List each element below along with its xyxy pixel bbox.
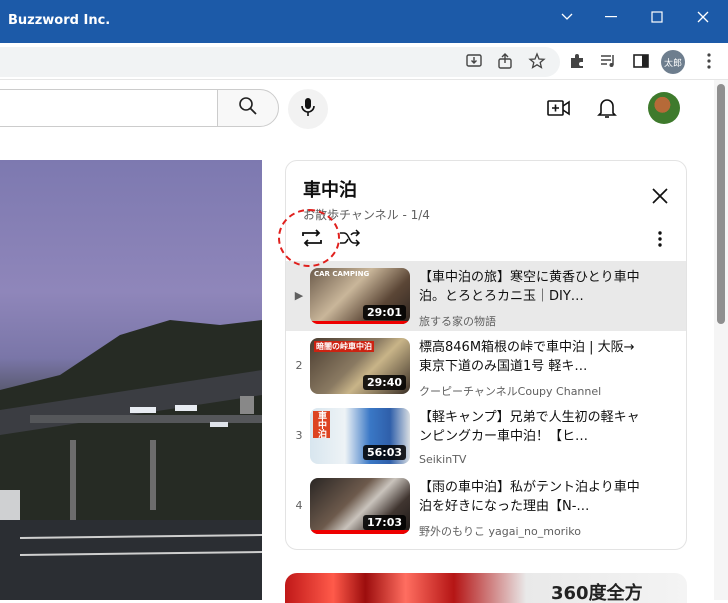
install-app-icon[interactable] [463, 50, 485, 72]
window-titlebar: Buzzword Inc. [0, 0, 728, 43]
channel-name[interactable]: 野外のもりこ yagai_no_moriko [419, 523, 581, 539]
video-thumbnail[interactable]: 17:03 [310, 478, 410, 534]
item-index: 4 [295, 499, 303, 512]
video-title[interactable]: 【車中泊の旅】寒空に黄香ひとり車中泊。とろとろカニ玉｜DIY… [419, 268, 644, 306]
video-duration: 56:03 [362, 445, 406, 460]
maximize-button[interactable] [642, 6, 672, 28]
video-title[interactable]: 【雨の車中泊】私がテント泊より車中泊を好きになった理由【N-… [419, 478, 644, 516]
search-button[interactable] [217, 89, 279, 127]
shuffle-icon [338, 228, 362, 252]
video-title[interactable]: 標高846M箱根の峠で車中泊 | 大阪→東京下道のみ国道1号 軽キ… [419, 338, 644, 376]
video-thumbnail[interactable]: 暗闇の峠車中泊 29:40 [310, 338, 410, 394]
account-avatar[interactable] [648, 92, 680, 124]
video-thumbnail[interactable]: CAR CAMPING 29:01 [310, 268, 410, 324]
recommendation-card[interactable]: 360度全方 [285, 573, 687, 603]
playlist-item-4[interactable]: 4 17:03 【雨の車中泊】私がテント泊より車中泊を好きになった理由【N-… … [286, 471, 686, 541]
playlist-more-button[interactable] [648, 229, 672, 253]
annotation-highlight-circle [278, 209, 340, 267]
close-icon [652, 188, 668, 208]
profile-avatar[interactable]: 太郎 [661, 50, 685, 74]
chevron-down-icon[interactable] [552, 6, 582, 28]
channel-name[interactable]: SeikinTV [419, 453, 466, 466]
thumbnail-accent [310, 530, 410, 534]
shuffle-button[interactable] [336, 227, 364, 253]
minimize-button[interactable] [596, 6, 626, 28]
thumbnail-caption: 暗闇の峠車中泊 [314, 341, 374, 352]
close-playlist-button[interactable] [648, 186, 672, 210]
video-duration: 29:40 [362, 375, 406, 390]
playlist-item-3[interactable]: 3 車中泊 56:03 【軽キャンプ】兄弟で人生初の軽キャンピングカー車中泊！【… [286, 401, 686, 471]
voice-search-button[interactable] [288, 89, 328, 129]
playlist-item-1[interactable]: ▶ CAR CAMPING 29:01 【車中泊の旅】寒空に黄香ひとり車中泊。と… [286, 261, 686, 331]
thumbnail-caption: 車中泊 [313, 411, 330, 438]
video-frame [0, 320, 262, 600]
item-index: 2 [295, 359, 303, 372]
video-duration: 29:01 [362, 305, 406, 320]
recommendation-card-text: 360度全方 [551, 583, 643, 603]
notifications-bell-icon[interactable] [594, 95, 620, 121]
create-video-icon[interactable] [546, 95, 572, 121]
scrollbar-thumb[interactable] [717, 84, 725, 324]
media-controls-icon[interactable] [597, 50, 619, 72]
microphone-icon [300, 97, 316, 121]
window-title: Buzzword Inc. [8, 13, 111, 28]
more-vert-icon [658, 231, 662, 251]
share-icon[interactable] [494, 50, 516, 72]
extensions-icon[interactable] [566, 50, 588, 72]
video-thumbnail[interactable]: 車中泊 56:03 [310, 408, 410, 464]
video-player[interactable] [0, 160, 262, 600]
video-title[interactable]: 【軽キャンプ】兄弟で人生初の軽キャンピングカー車中泊！【ヒ… [419, 408, 644, 446]
item-index: 3 [295, 429, 303, 442]
playlist-title[interactable]: 車中泊 [303, 176, 357, 202]
close-window-button[interactable] [688, 6, 718, 28]
channel-name[interactable]: クーピーチャンネルCoupy Channel [419, 383, 601, 399]
search-input[interactable] [0, 89, 218, 127]
bookmark-star-icon[interactable] [526, 50, 548, 72]
thumbnail-caption: CAR CAMPING [314, 270, 370, 278]
watch-progress-bar [310, 321, 410, 324]
browser-menu-icon[interactable] [698, 50, 720, 72]
side-panel-icon[interactable] [630, 50, 652, 72]
search-icon [238, 96, 258, 120]
playlist-item-2[interactable]: 2 暗闇の峠車中泊 29:40 標高846M箱根の峠で車中泊 | 大阪→東京下道… [286, 331, 686, 401]
channel-name[interactable]: 旅する家の物語 [419, 313, 496, 329]
video-duration: 17:03 [362, 515, 406, 530]
now-playing-marker: ▶ [294, 289, 304, 302]
playlist-panel: 車中泊 お散歩チャンネル - 1/4 ▶ CAR CAMPING 29:01 【… [285, 160, 687, 550]
